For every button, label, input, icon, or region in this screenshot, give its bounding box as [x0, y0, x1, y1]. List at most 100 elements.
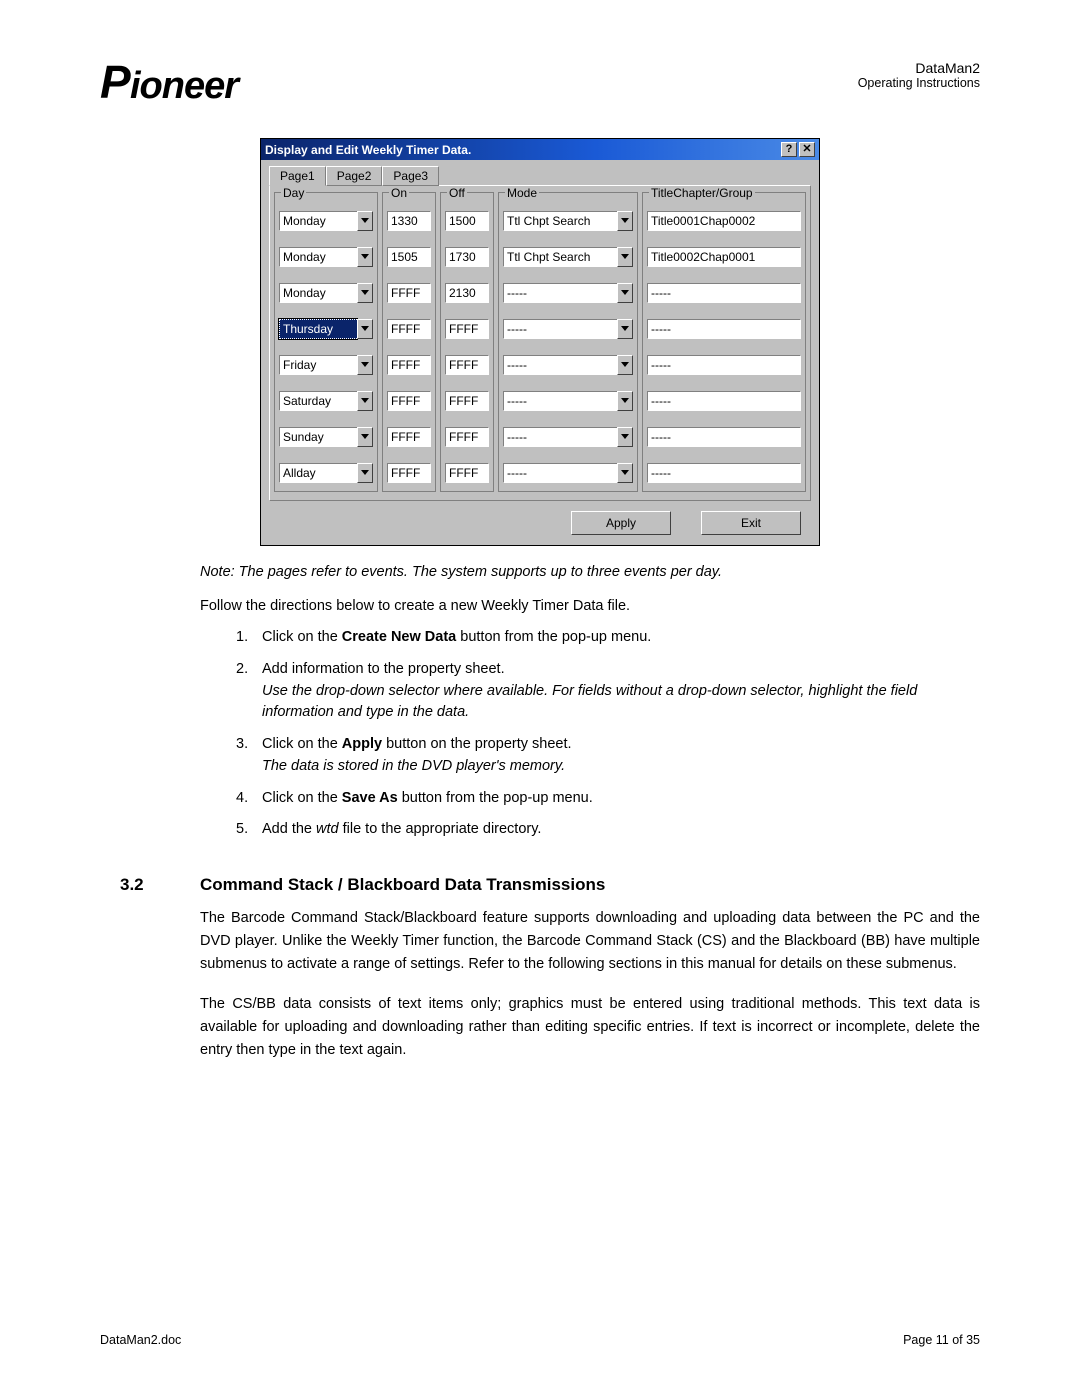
close-icon: ✕	[802, 144, 811, 155]
section-heading: 3.2 Command Stack / Blackboard Data Tran…	[120, 875, 980, 895]
tcg-input[interactable]: Title0001Chap0002	[647, 211, 801, 231]
chevron-down-icon[interactable]	[617, 247, 633, 267]
section-para-1: The Barcode Command Stack/Blackboard fea…	[200, 907, 980, 977]
tab-page3[interactable]: Page3	[382, 166, 439, 186]
day-combo[interactable]: Monday	[279, 211, 373, 231]
cell-on: 1330	[387, 209, 431, 233]
day-value: Sunday	[279, 427, 357, 447]
tcg-input[interactable]: Title0002Chap0001	[647, 247, 801, 267]
close-button[interactable]: ✕	[799, 142, 815, 157]
cell-mode: Ttl Chpt Search	[503, 245, 633, 269]
off-input[interactable]: FFFF	[445, 355, 489, 375]
day-combo[interactable]: Allday	[279, 463, 373, 483]
day-combo[interactable]: Saturday	[279, 391, 373, 411]
cell-off: 1500	[445, 209, 489, 233]
day-combo[interactable]: Thursday	[279, 319, 373, 339]
step-number: 2.	[236, 659, 262, 724]
mode-combo[interactable]: Ttl Chpt Search	[503, 211, 633, 231]
on-input[interactable]: FFFF	[387, 283, 431, 303]
step-post: button from the pop-up menu.	[398, 790, 593, 806]
chevron-down-icon[interactable]	[357, 391, 373, 411]
cell-tcg: -----	[647, 281, 801, 305]
step-post: button on the property sheet.	[382, 736, 571, 752]
tcg-input[interactable]: -----	[647, 463, 801, 483]
chevron-down-icon[interactable]	[357, 355, 373, 375]
tcg-input[interactable]: -----	[647, 391, 801, 411]
on-input[interactable]: FFFF	[387, 391, 431, 411]
chevron-down-icon[interactable]	[617, 355, 633, 375]
step-text: Click on the Save As button from the pop…	[262, 788, 980, 810]
chevron-down-icon[interactable]	[617, 391, 633, 411]
chevron-down-icon[interactable]	[357, 247, 373, 267]
cell-tcg: Title0002Chap0001	[647, 245, 801, 269]
step-text: Click on the Create New Data button from…	[262, 627, 980, 649]
svg-text:P: P	[100, 60, 131, 108]
chevron-down-icon[interactable]	[357, 463, 373, 483]
mode-combo[interactable]: -----	[503, 283, 633, 303]
on-input[interactable]: FFFF	[387, 355, 431, 375]
cell-tcg: -----	[647, 461, 801, 485]
mode-combo[interactable]: -----	[503, 355, 633, 375]
step-text: Click on the Apply button on the propert…	[262, 734, 980, 778]
on-input[interactable]: 1330	[387, 211, 431, 231]
chevron-down-icon[interactable]	[617, 211, 633, 231]
step-bold: Save As	[342, 790, 398, 806]
apply-button[interactable]: Apply	[571, 511, 671, 535]
chevron-down-icon[interactable]	[357, 283, 373, 303]
day-combo[interactable]: Friday	[279, 355, 373, 375]
day-value: Monday	[279, 211, 357, 231]
footer-left: DataMan2.doc	[100, 1333, 181, 1347]
chevron-down-icon[interactable]	[357, 211, 373, 231]
tcg-input[interactable]: -----	[647, 427, 801, 447]
cell-mode: Ttl Chpt Search	[503, 209, 633, 233]
chevron-down-icon[interactable]	[617, 463, 633, 483]
day-combo[interactable]: Monday	[279, 283, 373, 303]
day-combo[interactable]: Sunday	[279, 427, 373, 447]
step-item: 4.Click on the Save As button from the p…	[236, 788, 980, 810]
mode-combo[interactable]: -----	[503, 427, 633, 447]
off-input[interactable]: FFFF	[445, 319, 489, 339]
mode-value: -----	[503, 391, 617, 411]
cell-day: Allday	[279, 461, 373, 485]
off-input[interactable]: 2130	[445, 283, 489, 303]
mode-combo[interactable]: -----	[503, 319, 633, 339]
cell-mode: -----	[503, 317, 633, 341]
off-input[interactable]: FFFF	[445, 391, 489, 411]
exit-button[interactable]: Exit	[701, 511, 801, 535]
off-input[interactable]: FFFF	[445, 427, 489, 447]
product-name: DataMan2	[858, 60, 980, 76]
tab-page2[interactable]: Page2	[326, 166, 383, 186]
day-value: Monday	[279, 247, 357, 267]
on-input[interactable]: FFFF	[387, 427, 431, 447]
dialog-titlebar: Display and Edit Weekly Timer Data. ? ✕	[261, 139, 819, 160]
tcg-input[interactable]: -----	[647, 355, 801, 375]
tab-page1[interactable]: Page1	[269, 166, 326, 186]
step-number: 3.	[236, 734, 262, 778]
off-input[interactable]: 1500	[445, 211, 489, 231]
header-right: DataMan2 Operating Instructions	[858, 60, 980, 90]
off-input[interactable]: FFFF	[445, 463, 489, 483]
cell-off: FFFF	[445, 389, 489, 413]
chevron-down-icon[interactable]	[357, 319, 373, 339]
chevron-down-icon[interactable]	[617, 283, 633, 303]
tcg-input[interactable]: -----	[647, 283, 801, 303]
chevron-down-icon[interactable]	[357, 427, 373, 447]
tab-strip: Page1 Page2 Page3	[269, 166, 811, 186]
mode-combo[interactable]: Ttl Chpt Search	[503, 247, 633, 267]
mode-combo[interactable]: -----	[503, 391, 633, 411]
section-para-2: The CS/BB data consists of text items on…	[200, 993, 980, 1063]
on-input[interactable]: 1505	[387, 247, 431, 267]
cell-day: Monday	[279, 209, 373, 233]
chevron-down-icon[interactable]	[617, 427, 633, 447]
tcg-input[interactable]: -----	[647, 319, 801, 339]
day-combo[interactable]: Monday	[279, 247, 373, 267]
mode-combo[interactable]: -----	[503, 463, 633, 483]
off-input[interactable]: 1730	[445, 247, 489, 267]
on-input[interactable]: FFFF	[387, 463, 431, 483]
cell-mode: -----	[503, 425, 633, 449]
mode-value: -----	[503, 319, 617, 339]
page-header: P ioneer DataMan2 Operating Instructions	[100, 60, 980, 108]
on-input[interactable]: FFFF	[387, 319, 431, 339]
chevron-down-icon[interactable]	[617, 319, 633, 339]
help-button[interactable]: ?	[781, 142, 797, 157]
